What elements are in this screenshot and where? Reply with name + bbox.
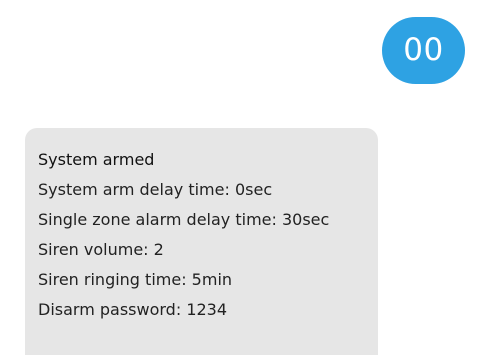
received-message-bubble[interactable]: System armed System arm delay time: 0sec… — [25, 128, 378, 355]
message-line-zone-alarm-delay: Single zone alarm delay time: 30sec — [38, 210, 330, 229]
message-line-arm-delay: System arm delay time: 0sec — [38, 180, 273, 199]
sent-message-bubble[interactable]: 00 — [382, 17, 465, 84]
message-line-siren-volume: Siren volume: 2 — [38, 240, 164, 259]
message-line-siren-ringing-time: Siren ringing time: 5min — [38, 270, 233, 289]
message-line-disarm-password: Disarm password: 1234 — [38, 300, 228, 319]
message-line-status: System armed — [38, 150, 155, 169]
